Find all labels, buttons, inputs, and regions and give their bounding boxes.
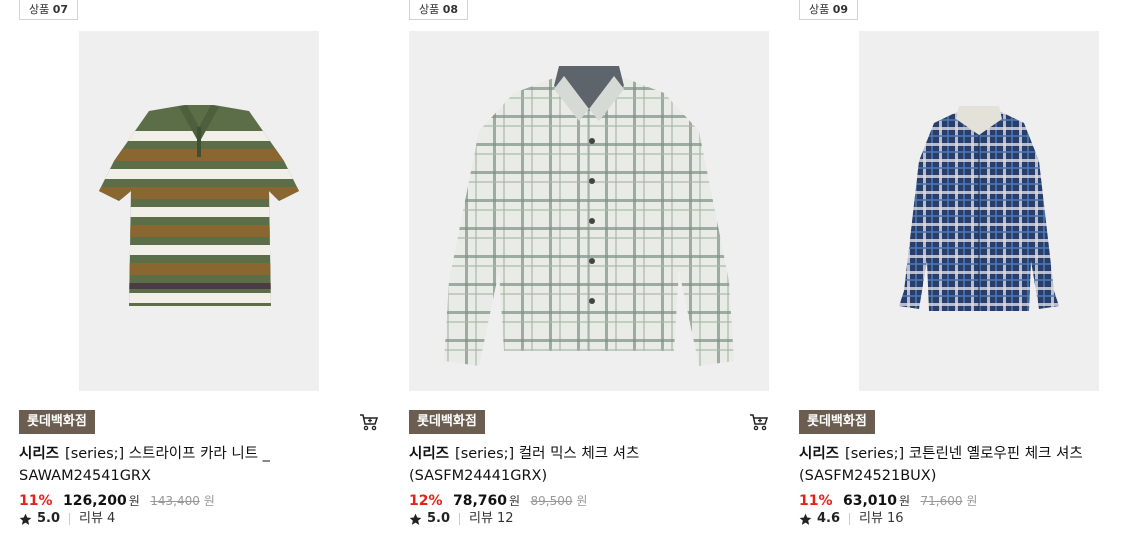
divider (459, 513, 461, 525)
product-title[interactable]: 시리즈 [series;] 코튼린넨 옐로우핀 체크 셔츠 (SASFM24521… (799, 443, 1109, 487)
cart-icon[interactable] (359, 412, 379, 432)
badge-label: 상품 (419, 3, 440, 16)
product-title[interactable]: 시리즈 [series;] 스트라이프 카라 니트 _ SAWAM24541GRX (19, 443, 329, 487)
badge-number: 08 (442, 3, 459, 16)
sale-price: 78,760 (452, 493, 507, 509)
light-check-shirt-image (444, 66, 734, 366)
star-icon (799, 513, 812, 525)
currency-unit: 원 (128, 494, 140, 508)
rating-row: 5.0 리뷰 4 (19, 510, 115, 528)
discount-rate: 11% (799, 493, 833, 509)
rating-row: 5.0 리뷰 12 (409, 510, 514, 528)
brand-name: 시리즈 (799, 446, 840, 462)
brand-name: 시리즈 (409, 446, 450, 462)
product-image[interactable] (409, 31, 769, 391)
currency-unit: 원 (899, 494, 911, 508)
original-price: 143,400 원 (150, 494, 215, 508)
product-name: [series;] 코튼린넨 옐로우핀 체크 셔츠 (SASFM24521BUX… (799, 446, 1083, 484)
sale-price: 126,200 (62, 493, 127, 509)
badge-label: 상품 (29, 3, 50, 16)
original-price: 71,600 원 (920, 494, 978, 508)
striped-polo-knit-image (99, 105, 299, 306)
rating-row: 4.6 리뷰 16 (799, 510, 904, 528)
product-number-badge: 상품 08 (409, 0, 469, 20)
product-image[interactable] (859, 31, 1099, 391)
store-tag: 롯데백화점 (409, 410, 485, 434)
badge-number: 09 (832, 3, 849, 16)
star-icon (409, 513, 422, 525)
original-price: 89,500 원 (530, 494, 588, 508)
currency-unit: 원 (509, 494, 521, 508)
discount-rate: 11% (19, 493, 53, 509)
price-row: 11% 126,200 원 143,400 원 (19, 491, 215, 511)
product-number-badge: 상품 07 (19, 0, 79, 20)
product-number-badge: 상품 09 (799, 0, 859, 20)
star-icon (19, 513, 32, 525)
store-tag: 롯데백화점 (799, 410, 875, 434)
product-card[interactable]: 상품 09 롯데백화점 시리즈 [series;] 코튼린넨 옐로우핀 체크 셔… (799, 0, 1126, 536)
product-card[interactable]: 상품 08 롯데백화점 시리즈 [series;] 컬러 믹스 체크 셔츠 (S… (409, 0, 769, 536)
review-count[interactable]: 리뷰 12 (469, 510, 513, 528)
store-tag: 롯데백화점 (19, 410, 95, 434)
product-card[interactable]: 상품 07 롯데백화점 시리즈 [series;] 스트라이프 카라 니트 _ … (19, 0, 379, 536)
divider (69, 513, 71, 525)
rating-score: 4.6 (817, 511, 841, 526)
navy-check-shirt-image (899, 106, 1059, 311)
price-row: 11% 63,010 원 71,600 원 (799, 491, 977, 511)
cart-icon[interactable] (749, 412, 769, 432)
badge-label: 상품 (809, 3, 830, 16)
sale-price: 63,010 (842, 493, 897, 509)
price-row: 12% 78,760 원 89,500 원 (409, 491, 587, 511)
review-count[interactable]: 리뷰 4 (79, 510, 115, 528)
discount-rate: 12% (409, 493, 443, 509)
review-count[interactable]: 리뷰 16 (859, 510, 903, 528)
product-title[interactable]: 시리즈 [series;] 컬러 믹스 체크 셔츠 (SASFM24441GRX) (409, 443, 719, 487)
brand-name: 시리즈 (19, 446, 60, 462)
badge-number: 07 (52, 3, 69, 16)
rating-score: 5.0 (427, 511, 451, 526)
rating-score: 5.0 (37, 511, 61, 526)
divider (849, 513, 851, 525)
product-image[interactable] (79, 31, 319, 391)
